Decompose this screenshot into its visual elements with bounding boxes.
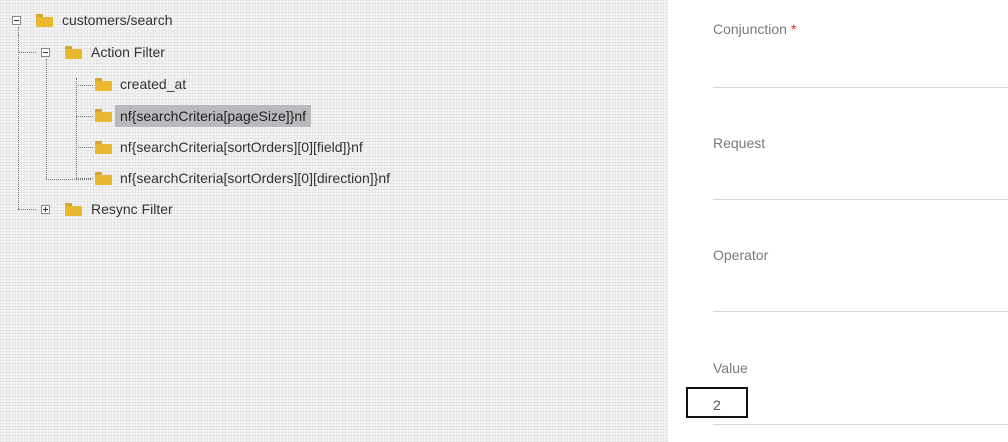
- required-mark: *: [790, 21, 797, 37]
- tree-node-resync-filter[interactable]: Resync Filter: [91, 198, 173, 220]
- tree-connector: [18, 52, 36, 53]
- conjunction-label: Conjunction *: [713, 21, 796, 37]
- tree-connector: [18, 27, 19, 35]
- properties-form: Conjunction * Request Operator Value 2: [668, 0, 1008, 442]
- tree-connector: [76, 78, 77, 178]
- folder-icon: [95, 172, 112, 185]
- tree-node-sort-direction[interactable]: nf{searchCriteria[sortOrders][0][directi…: [120, 167, 390, 189]
- value-input[interactable]: 2: [713, 397, 721, 413]
- folder-icon: [65, 46, 82, 59]
- tree-connector: [18, 35, 19, 209]
- request-label: Request: [713, 135, 766, 151]
- operator-label: Operator: [713, 247, 769, 263]
- tree-connector: [76, 178, 93, 179]
- folder-icon: [95, 78, 112, 91]
- conjunction-label-text: Conjunction: [713, 21, 787, 37]
- tree-connector: [46, 59, 47, 179]
- tree-node-created-at[interactable]: created_at: [120, 73, 186, 95]
- folder-icon: [36, 14, 53, 27]
- tree-connector: [76, 147, 93, 148]
- tree-connector: [18, 209, 36, 210]
- collapse-icon[interactable]: [41, 48, 50, 57]
- tree-connector: [76, 116, 93, 117]
- tree-connector: [76, 85, 93, 86]
- request-input[interactable]: [713, 199, 1008, 200]
- value-label: Value: [713, 360, 748, 376]
- tree-panel: customers/search Action Filter created_a…: [0, 0, 668, 442]
- collapse-icon[interactable]: [12, 16, 21, 25]
- value-underline: [713, 424, 1008, 425]
- expand-icon[interactable]: [41, 205, 50, 214]
- folder-icon: [95, 109, 112, 122]
- tree-node-page-size[interactable]: nf{searchCriteria[pageSize]}nf: [115, 105, 311, 127]
- tree-node-customers-search[interactable]: customers/search: [62, 9, 172, 31]
- tree-node-sort-field[interactable]: nf{searchCriteria[sortOrders][0][field]}…: [120, 136, 363, 158]
- tree-node-action-filter[interactable]: Action Filter: [91, 41, 165, 63]
- conjunction-input[interactable]: [713, 87, 1008, 88]
- folder-icon: [65, 203, 82, 216]
- tree-connector: [46, 179, 91, 180]
- folder-icon: [95, 141, 112, 154]
- operator-input[interactable]: [713, 311, 1008, 312]
